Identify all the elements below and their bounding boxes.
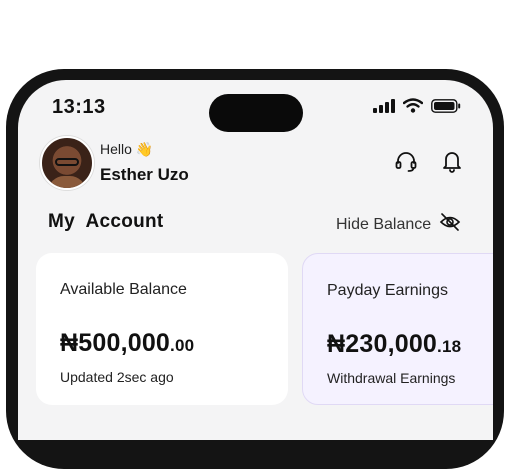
hide-balance-toggle[interactable]: Hide Balance xyxy=(336,213,461,236)
headset-icon xyxy=(394,149,418,178)
eye-off-icon xyxy=(439,213,461,236)
notifications-button[interactable] xyxy=(439,150,465,176)
card-amount: ₦500,000.00 xyxy=(60,329,194,358)
app-screen: 13:13 Hello 👋 Esther Uzo My Account Hide… xyxy=(18,80,493,440)
battery-icon xyxy=(431,98,461,118)
wifi-icon xyxy=(402,98,424,118)
card-amount-main: ₦500,000 xyxy=(60,329,171,357)
card-amount-decimal: .00 xyxy=(170,336,195,355)
card-subtext: Withdrawal Earnings xyxy=(327,370,456,386)
bell-icon xyxy=(441,149,463,178)
card-amount: ₦230,000.18 xyxy=(327,330,461,359)
status-time: 13:13 xyxy=(52,96,106,118)
greeting-line: Hello 👋 xyxy=(100,141,153,158)
support-button[interactable] xyxy=(393,150,419,176)
balance-card-payday[interactable]: Payday Earnings ₦230,000.18 Withdrawal E… xyxy=(302,253,493,405)
balance-card-available[interactable]: Available Balance ₦500,000.00 Updated 2s… xyxy=(36,253,288,405)
hide-balance-label: Hide Balance xyxy=(336,215,432,233)
user-name: Esther Uzo xyxy=(100,165,189,184)
status-icons xyxy=(373,98,461,118)
card-amount-main: ₦230,000 xyxy=(327,330,438,358)
dynamic-island xyxy=(209,94,303,132)
card-label: Available Balance xyxy=(60,281,187,298)
wave-icon: 👋 xyxy=(135,141,154,157)
avatar[interactable] xyxy=(40,136,94,190)
card-amount-decimal: .18 xyxy=(437,337,462,356)
avatar-shirt xyxy=(48,176,86,188)
greeting-text: Hello xyxy=(100,141,132,157)
avatar-glasses xyxy=(55,158,79,166)
card-subtext: Updated 2sec ago xyxy=(60,369,174,385)
section-title-my-account: My Account xyxy=(48,211,164,232)
signal-icon xyxy=(373,98,395,118)
card-label: Payday Earnings xyxy=(327,282,448,299)
